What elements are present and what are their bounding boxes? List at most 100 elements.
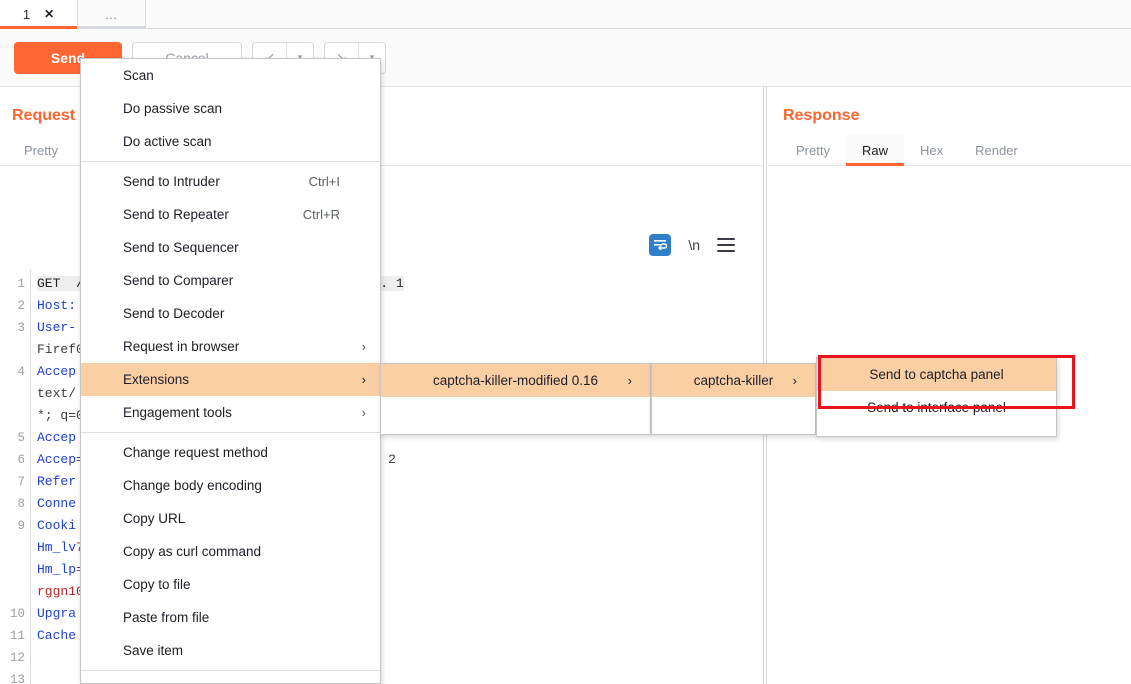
line-number (0, 537, 25, 559)
menu-item-send-to-repeater[interactable]: Send to Repeater Ctrl+R (81, 198, 380, 231)
chevron-right-icon: › (792, 373, 797, 388)
line-number (0, 405, 25, 427)
close-icon[interactable]: ✕ (44, 8, 54, 20)
response-view-tabs: Pretty Raw Hex Render (768, 134, 1131, 166)
menu-item-engagement-tools[interactable]: Engagement tools › (81, 396, 380, 429)
repeater-tab-new[interactable]: … (78, 0, 146, 29)
code-token: GET / (37, 276, 84, 291)
tab-response-render[interactable]: Render (959, 135, 1034, 165)
code-token: Refer (37, 474, 77, 489)
chevron-right-icon: › (361, 405, 366, 420)
repeater-tab-strip: 1 ✕ … (0, 0, 1131, 29)
code-token: Cache (37, 628, 77, 643)
menu-item-label: Extensions (123, 372, 190, 387)
chevron-right-icon: › (361, 372, 366, 387)
menu-item-label: Request in browser (123, 339, 240, 354)
line-number: 13 (9, 673, 25, 684)
submenu-item-send-to-captcha-panel[interactable]: Send to captcha panel (817, 358, 1056, 391)
newline-toggle-icon[interactable]: \n (688, 237, 700, 253)
code-token: Host: (37, 298, 77, 313)
menu-item-label: Save item (123, 643, 184, 658)
menu-item-label: Send to captcha panel (869, 367, 1004, 382)
menu-item-scan[interactable]: Scan (81, 59, 380, 92)
menu-item-label: Engagement tools (123, 405, 232, 420)
menu-item-send-to-intruder[interactable]: Send to Intruder Ctrl+I (81, 165, 380, 198)
line-number: 2 (17, 299, 25, 313)
tab-response-raw[interactable]: Raw (845, 135, 904, 166)
code-token: User- (37, 320, 77, 335)
line-number: 12 (9, 651, 25, 665)
menu-item-copy-to-file[interactable]: Copy to file (81, 568, 380, 601)
menu-item-label: Do passive scan (123, 101, 223, 116)
context-menu: Scan Do passive scan Do active scan Send to… (80, 58, 381, 684)
code-token: Accep (37, 452, 77, 467)
line-number: 11 (9, 629, 25, 643)
line-number (0, 559, 25, 581)
menu-item-do-active-scan[interactable]: Do active scan (81, 125, 380, 158)
line-number: 1 (17, 277, 25, 291)
menu-item-do-passive-scan[interactable]: Do passive scan (81, 92, 380, 125)
menu-item-change-body-encoding[interactable]: Change body encoding (81, 469, 380, 502)
menu-item-send-to-comparer[interactable]: Send to Comparer (81, 264, 380, 297)
line-number (0, 581, 25, 603)
line-number: 3 (17, 321, 25, 335)
menu-item-label: captcha-killer (693, 373, 774, 388)
submenu-captcha-killer: Send to captcha panel Send to interface p… (816, 357, 1057, 437)
menu-item-paste-from-file[interactable]: Paste from file (81, 601, 380, 634)
tab-response-pretty[interactable]: Pretty (780, 135, 846, 165)
tab-response-hex[interactable]: Hex (904, 135, 959, 165)
menu-item-save-item[interactable]: Save item (81, 634, 380, 667)
menu-item-label: Copy to file (123, 577, 191, 592)
word-wrap-icon[interactable] (649, 234, 672, 256)
submenu-extensions: captcha-killer-modified 0.16 › (380, 363, 651, 435)
menu-item-label: Paste from file (123, 610, 210, 625)
line-number-gutter: 1 2 3 4 5 6 7 8 9 10 11 12 13 (0, 269, 31, 684)
menu-item-send-to-decoder[interactable]: Send to Decoder (81, 297, 380, 330)
menu-item-label: Send to Comparer (123, 273, 234, 288)
line-number: 9 (17, 519, 25, 533)
tab-request-pretty[interactable]: Pretty (8, 135, 74, 165)
code-token: Conne (37, 496, 77, 511)
code-token: Cooki (37, 518, 77, 533)
repeater-tab-1-label: 1 (22, 6, 31, 22)
menu-item-shortcut: Ctrl+I (308, 174, 340, 189)
code-token: Hm_lv (37, 540, 77, 555)
menu-item-label: Send to Intruder (123, 174, 220, 189)
menu-item-copy-url[interactable]: Copy URL (81, 502, 380, 535)
response-title: Response (783, 107, 860, 124)
line-number: 5 (17, 431, 25, 445)
line-number: 6 (17, 453, 25, 467)
menu-item-label: Change body encoding (123, 478, 262, 493)
menu-item-label: Send to interface panel (867, 400, 1006, 415)
submenu-item-captcha-killer-modified-0-16[interactable]: captcha-killer-modified 0.16 › (381, 364, 650, 397)
line-number: 4 (17, 365, 25, 379)
burp-repeater-window: 1 ✕ … Send Cancel ↙ ▾ ↘ ▾ Request Pretty… (0, 0, 1131, 684)
menu-separator (81, 161, 380, 162)
line-number: 8 (17, 497, 25, 511)
hamburger-menu-icon[interactable] (717, 238, 735, 252)
menu-separator (81, 670, 380, 671)
menu-item-extensions[interactable]: Extensions › (81, 363, 380, 396)
submenu-item-send-to-interface-panel[interactable]: Send to interface panel (817, 391, 1056, 424)
menu-item-copy-as-curl-command[interactable]: Copy as curl command (81, 535, 380, 568)
menu-item-send-to-sequencer[interactable]: Send to Sequencer (81, 231, 380, 264)
menu-item-label: Copy URL (123, 511, 186, 526)
code-token: rggn1 (37, 584, 77, 599)
repeater-tab-new-label: … (104, 6, 119, 22)
menu-item-label: Send to Repeater (123, 207, 229, 222)
line-number (0, 339, 25, 361)
repeater-tab-1[interactable]: 1 ✕ (0, 0, 78, 29)
submenu-item-captcha-killer[interactable]: captcha-killer › (652, 364, 815, 397)
line-number: 10 (9, 607, 25, 621)
menu-item-save-entire-history[interactable]: Save entire history (81, 674, 380, 683)
menu-item-label: Send to Sequencer (123, 240, 239, 255)
menu-item-label: Do active scan (123, 134, 212, 149)
code-token: Accep (37, 430, 77, 445)
menu-item-shortcut: Ctrl+R (302, 207, 340, 222)
menu-item-request-in-browser[interactable]: Request in browser › (81, 330, 380, 363)
menu-separator (81, 432, 380, 433)
menu-item-change-request-method[interactable]: Change request method (81, 436, 380, 469)
code-token: Accep (37, 364, 77, 379)
menu-item-label: Send to Decoder (123, 306, 225, 321)
line-number (0, 383, 25, 405)
